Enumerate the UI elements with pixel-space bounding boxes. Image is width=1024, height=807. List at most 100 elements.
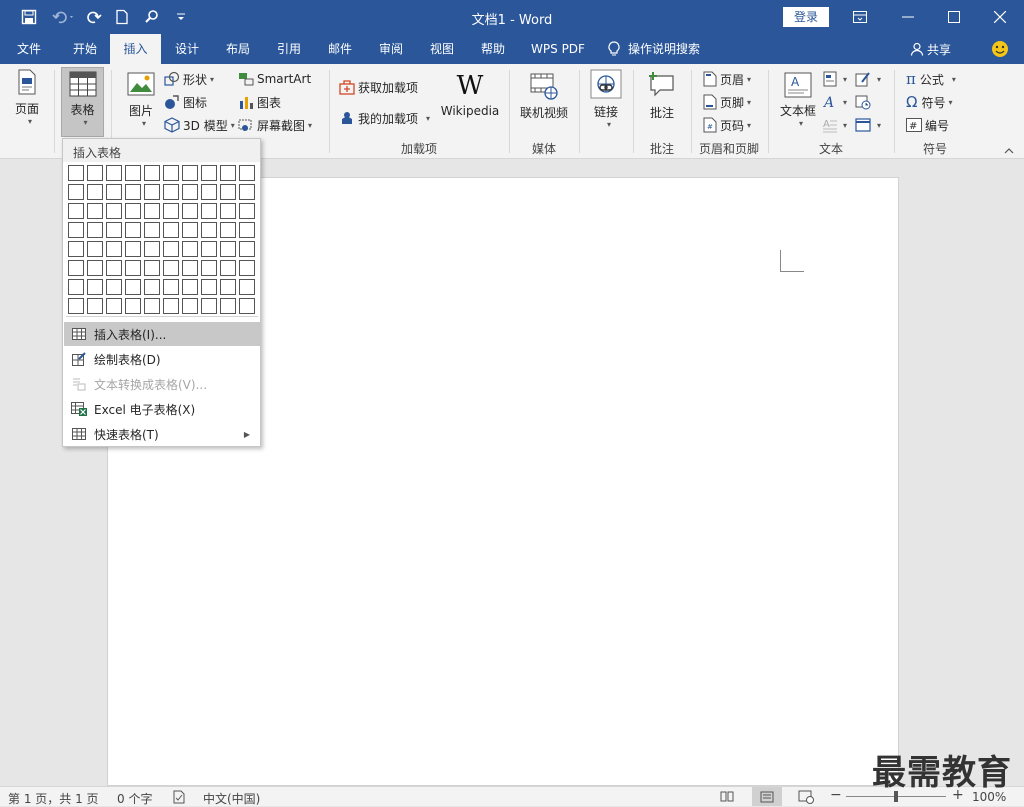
- online-video-button[interactable]: 联机视频: [514, 72, 574, 132]
- page-number-button[interactable]: # 页码 ▾: [703, 115, 751, 135]
- print-layout-icon[interactable]: [752, 787, 782, 806]
- drop-cap-button[interactable]: A ▾: [823, 115, 847, 135]
- tab-file[interactable]: 文件: [6, 34, 52, 64]
- table-grid-cell[interactable]: [68, 241, 84, 257]
- feedback-smiley-icon[interactable]: [991, 40, 1009, 58]
- tell-me-search[interactable]: 操作说明搜索: [608, 34, 720, 64]
- wordart-button[interactable]: A ▾: [823, 92, 847, 112]
- close-icon[interactable]: [977, 0, 1023, 34]
- table-grid-cell[interactable]: [201, 165, 217, 181]
- table-grid-cell[interactable]: [125, 222, 141, 238]
- table-grid-cell[interactable]: [125, 184, 141, 200]
- collapse-ribbon-icon[interactable]: [1004, 146, 1014, 154]
- tab-mailings[interactable]: 邮件: [315, 34, 365, 64]
- wikipedia-button[interactable]: W Wikipedia: [438, 72, 502, 132]
- table-grid-cell[interactable]: [163, 165, 179, 181]
- symbol-button[interactable]: Ω 符号 ▾: [906, 92, 953, 112]
- table-grid-cell[interactable]: [87, 184, 103, 200]
- table-grid-cell[interactable]: [106, 298, 122, 314]
- tab-help[interactable]: 帮助: [468, 34, 518, 64]
- table-grid-cell[interactable]: [106, 241, 122, 257]
- numbering-button[interactable]: # 编号: [906, 115, 949, 135]
- table-grid-cell[interactable]: [68, 184, 84, 200]
- tab-design[interactable]: 设计: [162, 34, 212, 64]
- table-grid-cell[interactable]: [144, 222, 160, 238]
- table-grid-cell[interactable]: [68, 222, 84, 238]
- table-grid-cell[interactable]: [182, 165, 198, 181]
- comment-button[interactable]: 批注: [640, 72, 684, 132]
- tab-view[interactable]: 视图: [417, 34, 467, 64]
- table-grid-cell[interactable]: [220, 203, 236, 219]
- web-layout-icon[interactable]: [798, 790, 814, 804]
- table-grid-cell[interactable]: [182, 203, 198, 219]
- table-grid-cell[interactable]: [239, 184, 255, 200]
- table-grid-cell[interactable]: [144, 298, 160, 314]
- table-grid-cell[interactable]: [106, 203, 122, 219]
- table-grid-cell[interactable]: [87, 165, 103, 181]
- table-grid-cell[interactable]: [163, 203, 179, 219]
- table-grid-cell[interactable]: [182, 222, 198, 238]
- tab-layout[interactable]: 布局: [213, 34, 263, 64]
- table-grid-cell[interactable]: [144, 165, 160, 181]
- table-grid-cell[interactable]: [106, 165, 122, 181]
- table-grid-cell[interactable]: [220, 298, 236, 314]
- table-grid-cell[interactable]: [182, 260, 198, 276]
- table-grid-cell[interactable]: [182, 298, 198, 314]
- my-addins-button[interactable]: 我的加载项 ▾: [339, 108, 430, 128]
- table-grid-cell[interactable]: [68, 279, 84, 295]
- word-count-status[interactable]: 0 个字: [117, 790, 152, 807]
- table-grid-cell[interactable]: [239, 260, 255, 276]
- table-grid-cell[interactable]: [163, 279, 179, 295]
- header-button[interactable]: 页眉 ▾: [703, 69, 751, 89]
- table-grid-cell[interactable]: [106, 279, 122, 295]
- table-grid-cell[interactable]: [106, 222, 122, 238]
- convert-text-to-table-item[interactable]: 文本转换成表格(V)...: [64, 372, 260, 396]
- textbox-button[interactable]: A 文本框 ▾: [776, 72, 820, 138]
- table-grid-cell[interactable]: [201, 279, 217, 295]
- excel-spreadsheet-item[interactable]: Excel 电子表格(X): [64, 397, 260, 421]
- signature-line-button[interactable]: ▾: [855, 69, 881, 89]
- table-grid-cell[interactable]: [144, 203, 160, 219]
- object-button[interactable]: ▾: [855, 115, 881, 135]
- table-grid-cell[interactable]: [163, 222, 179, 238]
- table-grid-cell[interactable]: [220, 165, 236, 181]
- chart-button[interactable]: 图表: [238, 92, 281, 112]
- read-mode-icon[interactable]: [720, 790, 734, 802]
- table-grid-cell[interactable]: [106, 260, 122, 276]
- table-grid-cell[interactable]: [201, 184, 217, 200]
- table-grid-cell[interactable]: [163, 184, 179, 200]
- maximize-icon[interactable]: [931, 0, 977, 34]
- insert-table-item[interactable]: 插入表格(I)...: [64, 322, 260, 346]
- table-grid-cell[interactable]: [87, 203, 103, 219]
- tab-home[interactable]: 开始: [60, 34, 110, 64]
- table-grid-cell[interactable]: [163, 241, 179, 257]
- link-button[interactable]: 链接 ▾: [588, 69, 624, 137]
- footer-button[interactable]: 页脚 ▾: [703, 92, 751, 112]
- table-grid-cell[interactable]: [220, 241, 236, 257]
- picture-button[interactable]: 图片 ▾: [122, 72, 160, 138]
- table-grid-cell[interactable]: [182, 184, 198, 200]
- table-grid-cell[interactable]: [125, 279, 141, 295]
- quick-tables-item[interactable]: 快速表格(T) ▶: [64, 422, 260, 446]
- table-grid-cell[interactable]: [201, 222, 217, 238]
- table-grid-cell[interactable]: [144, 260, 160, 276]
- table-grid-cell[interactable]: [163, 298, 179, 314]
- language-status[interactable]: 中文(中国): [203, 790, 260, 807]
- tab-review[interactable]: 审阅: [366, 34, 416, 64]
- table-grid-cell[interactable]: [239, 298, 255, 314]
- table-grid-cell[interactable]: [144, 279, 160, 295]
- screenshot-button[interactable]: 屏幕截图 ▾: [238, 115, 312, 135]
- table-grid-cell[interactable]: [201, 298, 217, 314]
- quick-parts-button[interactable]: ▾: [823, 69, 847, 89]
- date-time-button[interactable]: [855, 92, 874, 112]
- table-grid-cell[interactable]: [239, 165, 255, 181]
- table-grid-cell[interactable]: [106, 184, 122, 200]
- table-grid-cell[interactable]: [220, 260, 236, 276]
- table-grid-cell[interactable]: [87, 222, 103, 238]
- page-count-status[interactable]: 第 1 页，共 1 页: [8, 790, 99, 807]
- ribbon-display-options-icon[interactable]: [837, 0, 883, 34]
- table-grid-cell[interactable]: [182, 279, 198, 295]
- table-grid-cell[interactable]: [125, 203, 141, 219]
- smartart-button[interactable]: SmartArt: [238, 69, 311, 89]
- equation-button[interactable]: π 公式 ▾: [906, 69, 956, 89]
